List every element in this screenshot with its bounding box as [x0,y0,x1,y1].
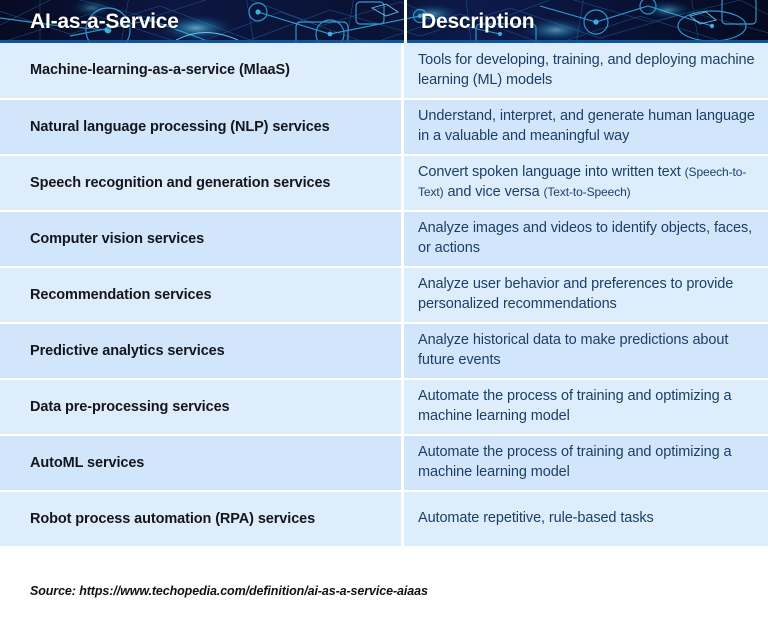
service-name: Recommendation services [30,286,212,303]
cell-description: Tools for developing, training, and depl… [404,43,768,98]
table-row: Robot process automation (RPA) services A… [0,492,768,548]
column-header-description-label: Description [421,9,535,33]
cell-description: Analyze user behavior and preferences to… [404,268,768,322]
figure-canvas: AI-as-a-Service Description Machine-lear… [0,0,768,618]
cell-service: AutoML services [0,436,404,490]
service-description: Automate the process of training and opt… [418,388,732,424]
service-name: Speech recognition and generation servic… [30,174,331,191]
description-note: (Text-to-Speech) [543,185,631,199]
table-row: Predictive analytics services Analyze his… [0,324,768,380]
cell-service: Data pre-processing services [0,380,404,434]
column-header-service: AI-as-a-Service [0,0,404,43]
source-citation: Source: https://www.techopedia.com/defin… [30,584,428,598]
cell-service: Natural language processing (NLP) servic… [0,100,404,154]
cell-description: Understand, interpret, and generate huma… [404,100,768,154]
service-name: Computer vision services [30,230,205,247]
table-body: Machine-learning-as-a-service (MlaaS) Too… [0,43,768,548]
cell-service: Robot process automation (RPA) services [0,492,404,546]
service-name: Data pre-processing services [30,398,230,415]
service-description: Analyze user behavior and preferences to… [418,276,734,312]
service-name: Predictive analytics services [30,342,225,359]
table-row: AutoML services Automate the process of t… [0,436,768,492]
service-name: Robot process automation (RPA) services [30,510,316,527]
cell-service: Predictive analytics services [0,324,404,378]
service-description: Analyze historical data to make predicti… [418,332,729,368]
cell-description: Automate the process of training and opt… [404,436,768,490]
cell-service: Computer vision services [0,212,404,266]
table-row: Speech recognition and generation servic… [0,156,768,212]
service-description: Understand, interpret, and generate huma… [418,108,755,144]
service-description: Automate the process of training and opt… [418,444,732,480]
cell-service: Machine-learning-as-a-service (MlaaS) [0,43,404,98]
cell-service: Recommendation services [0,268,404,322]
service-description: Analyze images and videos to identify ob… [418,220,753,256]
table-row: Natural language processing (NLP) servic… [0,100,768,156]
service-name: Natural language processing (NLP) servic… [30,118,330,135]
cell-description: Automate the process of training and opt… [404,380,768,434]
service-description: Tools for developing, training, and depl… [418,51,755,88]
cell-description: Automate repetitive, rule-based tasks [404,492,768,546]
column-header-service-label: AI-as-a-Service [30,9,179,33]
service-name: Machine-learning-as-a-service (MlaaS) [30,62,290,79]
service-description: Automate repetitive, rule-based tasks [418,510,654,527]
service-name: AutoML services [30,454,145,471]
description-segment: Convert spoken language into written tex… [418,164,685,181]
cell-service: Speech recognition and generation servic… [0,156,404,210]
table-row: Machine-learning-as-a-service (MlaaS) Too… [0,43,768,100]
description-segment: and vice versa [443,184,544,200]
header-column-divider [404,0,407,43]
table-row: Data pre-processing services Automate the… [0,380,768,436]
cell-description: Analyze images and videos to identify ob… [404,212,768,266]
table-row: Computer vision services Analyze images a… [0,212,768,268]
cell-description: Convert spoken language into written tex… [404,156,768,210]
service-description: Convert spoken language into written tex… [418,163,756,202]
column-header-description: Description [407,0,768,43]
table-row: Recommendation services Analyze user beha… [0,268,768,324]
cell-description: Analyze historical data to make predicti… [404,324,768,378]
table-header-band: AI-as-a-Service Description [0,0,768,43]
